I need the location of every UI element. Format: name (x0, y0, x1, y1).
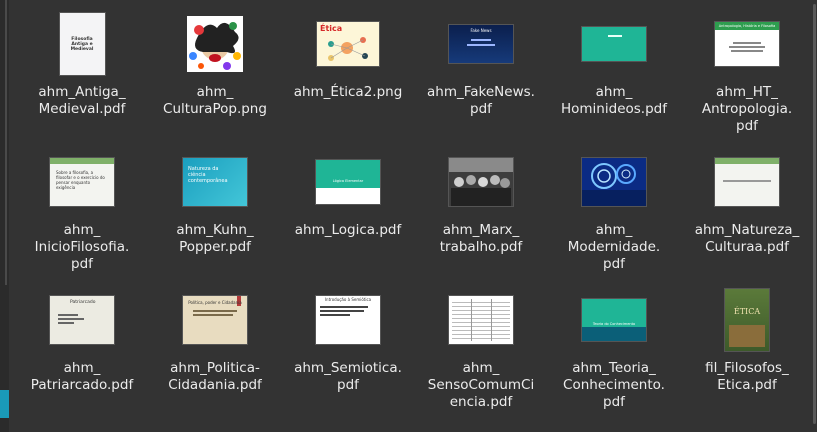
pdf-thumbnail: Lógica Elementar (316, 160, 380, 204)
file-name: ahm_ Patriarcado.pdf (30, 360, 134, 393)
file-name: fil_Filosofos_ Etica.pdf (705, 360, 789, 393)
file-item[interactable]: ahm_ Modernidade. pdf (548, 142, 680, 280)
file-item[interactable]: Ética ahm_Ética2.png (282, 4, 414, 142)
pdf-thumbnail: ÉTICA (725, 289, 769, 351)
file-name: ahm_ Modernidade. pdf (567, 222, 661, 272)
file-name: ahm_Antiga_ Medieval.pdf (38, 84, 126, 117)
image-thumbnail (187, 16, 243, 72)
file-item[interactable]: Lógica Elementar ahm_Logica.pdf (282, 142, 414, 280)
file-name: ahm_ SensoComumCi encia.pdf (427, 360, 535, 410)
file-name: ahm_FakeNews. pdf (427, 84, 535, 117)
pdf-thumbnail (582, 27, 646, 61)
file-item[interactable]: ahm_Marx_ trabalho.pdf (415, 142, 547, 280)
pdf-thumbnail: Natureza da ciência contemporânea (183, 158, 247, 206)
file-item[interactable]: Antropologia, História e Filosofia ahm_H… (681, 4, 813, 142)
file-name: ahm_Marx_ trabalho.pdf (439, 222, 523, 255)
vertical-scrollbar[interactable] (811, 0, 817, 432)
file-item[interactable]: ÉTICA fil_Filosofos_ Etica.pdf (681, 280, 813, 418)
file-name: ahm_Teoria_ Conhecimento. pdf (563, 360, 665, 410)
pdf-thumbnail: Política, poder e Cidadania (183, 296, 247, 344)
file-item[interactable]: Fake News ahm_FakeNews. pdf (415, 4, 547, 142)
pdf-thumbnail (582, 158, 646, 206)
file-name: ahm_ InicioFilosofia. pdf (34, 222, 130, 272)
file-item[interactable]: Política, poder e Cidadania ahm_Politica… (149, 280, 281, 418)
image-thumbnail: Ética (317, 22, 379, 66)
file-item[interactable]: ahm_ Hominideos.pdf (548, 4, 680, 142)
pdf-thumbnail (715, 158, 779, 206)
file-manager-icon-view: Filosofia Antiga e Medieval ahm_Antiga_ … (0, 0, 817, 432)
file-item[interactable]: ahm_ CulturaPop.png (149, 4, 281, 142)
scrollbar-thumb[interactable] (813, 4, 816, 424)
file-name: ahm_Ética2.png (293, 84, 403, 100)
pdf-thumbnail: Fake News (449, 25, 513, 63)
sidebar-scroll-track[interactable] (5, 0, 7, 285)
file-name: ahm_Logica.pdf (294, 222, 402, 238)
file-name: ahm_Natureza_ Culturaa.pdf (694, 222, 800, 255)
sidebar-selection-accent (0, 390, 9, 418)
file-name: ahm_ CulturaPop.png (163, 84, 267, 117)
file-item[interactable]: Patriarcado ahm_ Patriarcado.pdf (16, 280, 148, 418)
file-name: ahm_Kuhn_ Popper.pdf (176, 222, 254, 255)
pdf-thumbnail (449, 158, 513, 206)
file-item[interactable]: Introdução à Semiótica ahm_Semiotica. pd… (282, 280, 414, 418)
file-item[interactable]: Sobre a filosofia, a filosofar e o exerc… (16, 142, 148, 280)
file-item[interactable]: Filosofia Antiga e Medieval ahm_Antiga_ … (16, 4, 148, 142)
file-item[interactable]: Natureza da ciência contemporânea ahm_Ku… (149, 142, 281, 280)
sidebar-edge (0, 0, 9, 432)
file-name: ahm_HT_ Antropologia. pdf (701, 84, 793, 134)
file-grid: Filosofia Antiga e Medieval ahm_Antiga_ … (16, 4, 810, 418)
pdf-thumbnail: Patriarcado (50, 296, 114, 344)
file-name: ahm_ Hominideos.pdf (561, 84, 667, 117)
file-name: ahm_Politica- Cidadania.pdf (168, 360, 262, 393)
pdf-thumbnail: Filosofia Antiga e Medieval (59, 13, 105, 75)
pdf-thumbnail: Sobre a filosofia, a filosofar e o exerc… (50, 158, 114, 206)
file-item[interactable]: ahm_Natureza_ Culturaa.pdf (681, 142, 813, 280)
pdf-thumbnail: Teoria do Conhecimento (582, 299, 646, 341)
pdf-thumbnail (449, 296, 513, 344)
pdf-thumbnail: Introdução à Semiótica (316, 296, 380, 344)
file-item[interactable]: Teoria do Conhecimento ahm_Teoria_ Conhe… (548, 280, 680, 418)
file-item[interactable]: ahm_ SensoComumCi encia.pdf (415, 280, 547, 418)
file-name: ahm_Semiotica. pdf (294, 360, 402, 393)
pdf-thumbnail: Antropologia, História e Filosofia (715, 22, 779, 66)
